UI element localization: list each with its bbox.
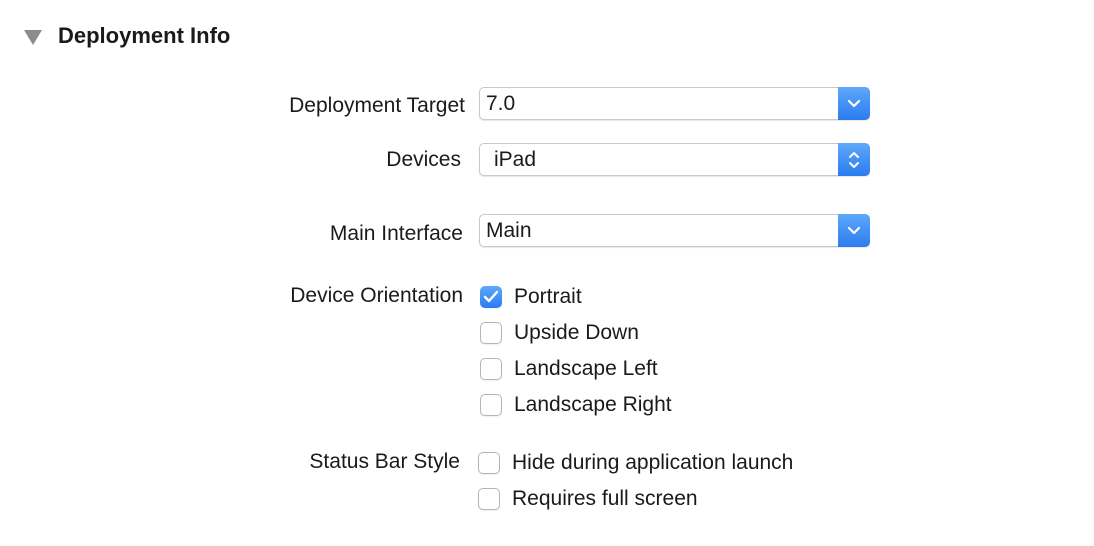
portrait-label: Portrait <box>514 285 582 308</box>
main-interface-popup[interactable]: Main <box>479 214 870 247</box>
chevron-down-icon[interactable] <box>838 87 870 120</box>
orientation-portrait-option[interactable]: Portrait <box>480 285 582 309</box>
deployment-target-label: Deployment Target <box>289 94 465 117</box>
portrait-checkbox[interactable] <box>480 286 502 308</box>
checkmark-icon <box>483 290 499 303</box>
deployment-target-value: 7.0 <box>486 91 516 115</box>
requires-full-screen-option[interactable]: Requires full screen <box>478 487 698 511</box>
hide-during-launch-label: Hide during application launch <box>512 451 794 474</box>
status-bar-style-label: Status Bar Style <box>309 450 460 473</box>
landscape-left-label: Landscape Left <box>514 357 658 380</box>
landscape-right-label: Landscape Right <box>514 393 672 416</box>
chevron-up-down-icon[interactable] <box>838 143 870 176</box>
hide-during-launch-option[interactable]: Hide during application launch <box>478 451 793 475</box>
main-interface-value: Main <box>486 218 532 242</box>
disclosure-triangle-icon[interactable] <box>24 29 42 45</box>
device-orientation-label: Device Orientation <box>290 284 463 307</box>
orientation-upside-down-option[interactable]: Upside Down <box>480 321 639 345</box>
landscape-left-checkbox[interactable] <box>480 358 502 380</box>
upside-down-checkbox[interactable] <box>480 322 502 344</box>
hide-during-launch-checkbox[interactable] <box>478 452 500 474</box>
section-header[interactable]: Deployment Info <box>24 20 230 52</box>
orientation-landscape-left-option[interactable]: Landscape Left <box>480 357 658 381</box>
orientation-landscape-right-option[interactable]: Landscape Right <box>480 393 672 417</box>
deployment-target-popup[interactable]: 7.0 <box>479 87 870 120</box>
devices-value: iPad <box>494 147 537 171</box>
main-interface-label: Main Interface <box>329 222 463 245</box>
requires-full-screen-checkbox[interactable] <box>478 488 500 510</box>
requires-full-screen-label: Requires full screen <box>512 487 698 510</box>
devices-label: Devices <box>386 148 461 171</box>
chevron-down-icon[interactable] <box>838 214 870 247</box>
deployment-info-panel: Deployment Info Deployment Target 7.0 De… <box>0 0 1094 546</box>
landscape-right-checkbox[interactable] <box>480 394 502 416</box>
devices-popup[interactable]: iPad <box>479 143 870 176</box>
section-title: Deployment Info <box>58 23 231 48</box>
upside-down-label: Upside Down <box>514 321 639 344</box>
